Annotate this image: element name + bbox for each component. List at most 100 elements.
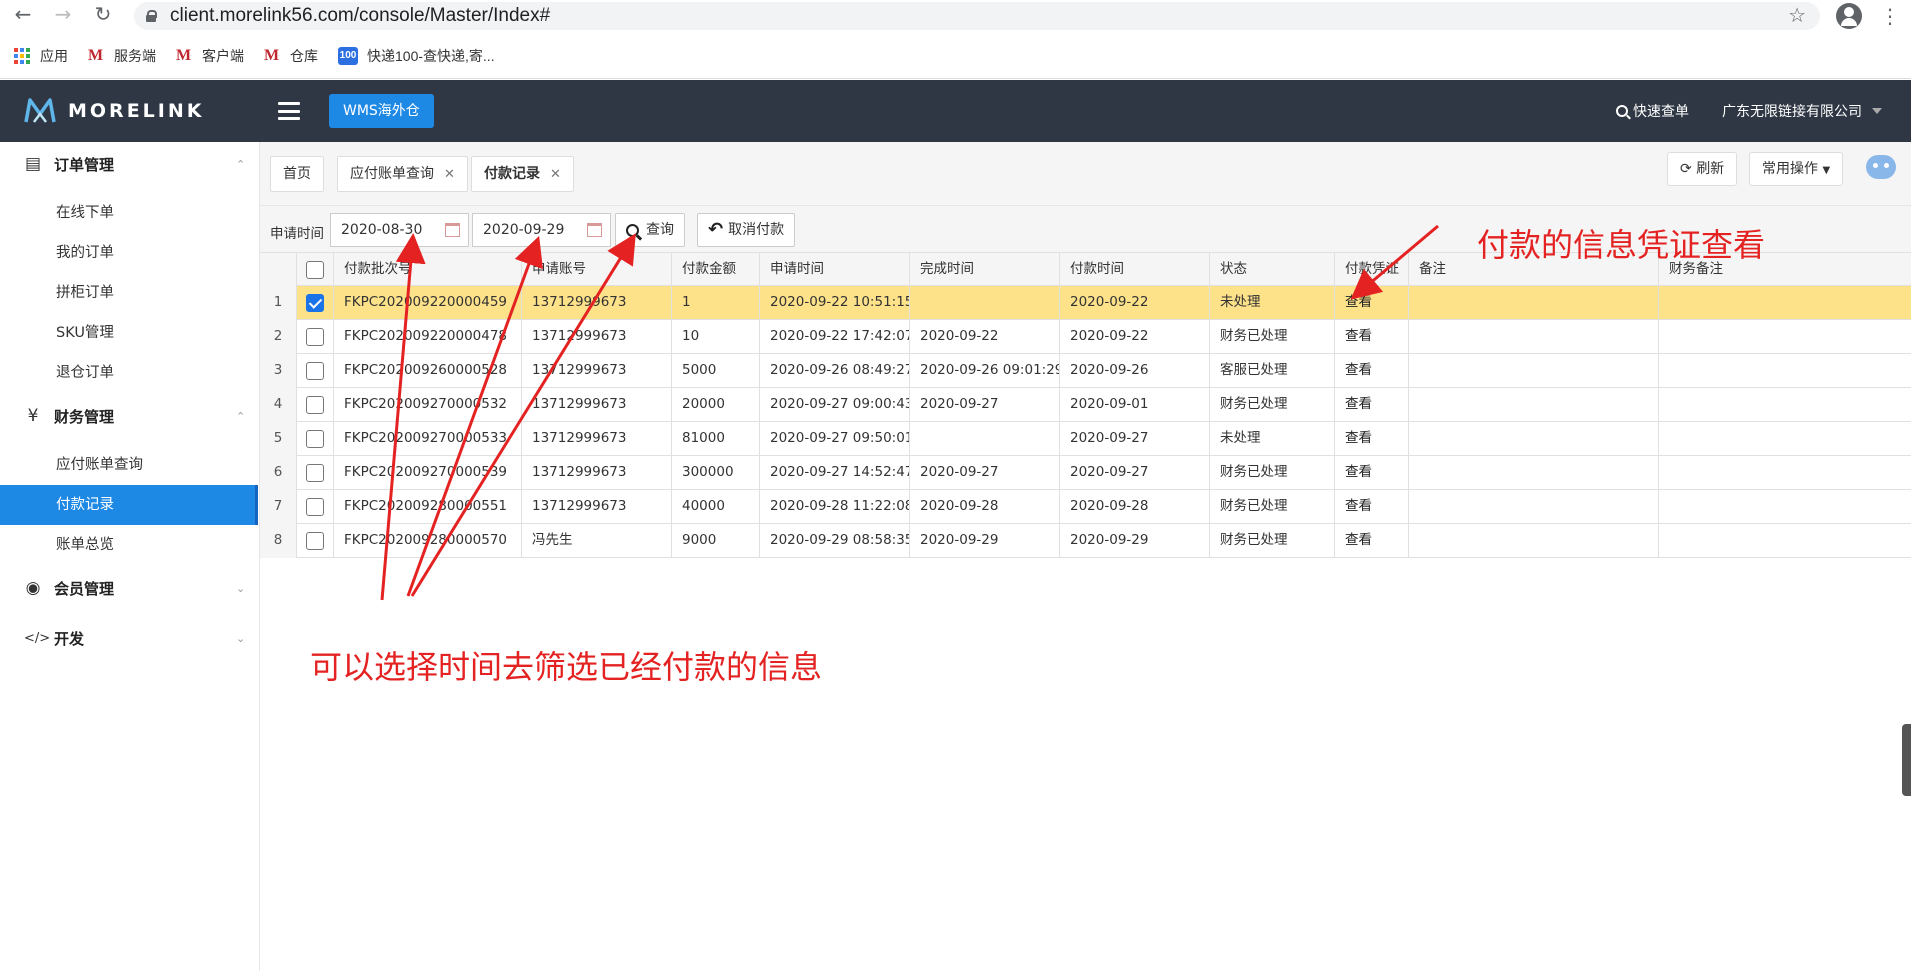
view-voucher-link[interactable]: 查看 [1335,490,1409,524]
sidebar-item-sku[interactable]: SKU管理 [0,313,258,353]
cell-account: 13712999673 [522,286,672,320]
table-row[interactable]: 4 FKPC202009270000532 13712999673 20000 2020… [260,388,1911,422]
chevron-down-icon: ⌄ [236,581,246,595]
sidebar-group-orders[interactable]: ▤ 订单管理 ⌃ [0,144,258,184]
column-header[interactable]: 申请时间 [760,253,910,287]
column-header[interactable]: 付款时间 [1060,253,1210,287]
row-checkbox[interactable] [297,286,334,320]
brand-logo[interactable]: MORELINK [24,96,204,126]
bookmark-apps[interactable]: 应用 [14,46,68,66]
cell-fin_note [1659,388,1911,422]
row-checkbox[interactable] [297,422,334,456]
column-header[interactable]: 申请账号 [522,253,672,287]
bookmark-star-icon[interactable]: ☆ [1788,3,1806,27]
cell-amount: 300000 [672,456,760,490]
sidebar-item-bill-overview[interactable]: 账单总览 [0,525,258,565]
calendar-icon[interactable] [445,223,460,237]
column-header[interactable]: 付款批次号 [334,253,522,287]
code-icon: </> [24,630,51,646]
table-row[interactable]: 5 FKPC202009270000533 13712999673 81000 2020… [260,422,1911,456]
cancel-payment-button[interactable]: ↶ 取消付款 [697,213,796,247]
bookmark-warehouse[interactable]: M 仓库 [264,46,318,66]
cell-batch: FKPC202009270000533 [334,422,522,456]
forward-icon[interactable]: → [48,2,78,26]
cell-account: 13712999673 [522,354,672,388]
bookmark-server[interactable]: M 服务端 [88,46,156,66]
sidebar-item-return[interactable]: 退仓订单 [0,353,258,393]
view-voucher-link[interactable]: 查看 [1335,354,1409,388]
cell-status: 财务已处理 [1210,524,1335,558]
reload-icon[interactable]: ↻ [88,2,118,26]
date-to-input[interactable]: 2020-09-29 [472,213,611,247]
row-checkbox[interactable] [297,388,334,422]
cell-note [1409,524,1659,558]
cell-amount: 9000 [672,524,760,558]
view-voucher-link[interactable]: 查看 [1335,524,1409,558]
cell-fin_note [1659,320,1911,354]
common-ops-button[interactable]: 常用操作 ▼ [1749,152,1844,186]
sidebar-item-consolidation[interactable]: 拼柜订单 [0,273,258,313]
sidebar-item-payable-bills[interactable]: 应付账单查询 [0,445,258,485]
back-icon[interactable]: ← [8,2,38,26]
tab-payment-records[interactable]: 付款记录 ✕ [471,156,574,192]
sidebar-group-members[interactable]: ◉ 会员管理 ⌄ [0,568,258,608]
cell-apply: 2020-09-28 11:22:08 [760,490,910,524]
chatbot-icon[interactable] [1866,155,1896,179]
refresh-button[interactable]: ⟳ 刷新 [1667,152,1738,186]
profile-icon[interactable] [1836,3,1862,29]
sidebar-item-online-order[interactable]: 在线下单 [0,193,258,233]
view-voucher-link[interactable]: 查看 [1335,388,1409,422]
close-icon[interactable]: ✕ [444,167,455,182]
sidebar-group-dev[interactable]: </> 开发 ⌄ [0,618,258,658]
view-voucher-link[interactable]: 查看 [1335,286,1409,320]
url-text: client.morelink56.com/console/Master/Ind… [170,5,551,26]
column-header[interactable]: 状态 [1210,253,1335,287]
cell-batch: FKPC202009220000459 [334,286,522,320]
row-number: 8 [260,524,297,558]
sidebar-item-my-orders[interactable]: 我的订单 [0,233,258,273]
bookmark-kuaidi100[interactable]: 100 快递100-查快递,寄... [338,46,495,66]
chevron-up-icon: ⌃ [236,409,246,423]
quick-lookup-link[interactable]: 快速查单 [1616,101,1689,121]
table-row[interactable]: 3 FKPC202009260000528 13712999673 5000 2020-… [260,354,1911,388]
tab-home[interactable]: 首页 [270,156,324,192]
calendar-icon[interactable] [587,223,602,237]
bookmark-client[interactable]: M 客户端 [176,46,244,66]
sidebar-group-finance[interactable]: ¥ 财务管理 ⌃ [0,396,258,436]
company-menu[interactable]: 广东无限链接有限公司 [1722,101,1882,121]
browser-menu-icon[interactable]: ⋮ [1880,4,1900,28]
address-bar[interactable]: client.morelink56.com/console/Master/Ind… [134,2,1820,30]
table-row[interactable]: 6 FKPC202009270000539 13712999673 300000 202… [260,456,1911,490]
cell-account: 冯先生 [522,524,672,558]
view-voucher-link[interactable]: 查看 [1335,456,1409,490]
query-button[interactable]: 查询 [615,213,685,247]
table-row[interactable]: 8 FKPC202009280000570 冯先生 9000 2020-09-29 08… [260,524,1911,558]
row-checkbox[interactable] [297,456,334,490]
view-voucher-link[interactable]: 查看 [1335,320,1409,354]
wms-overseas-button[interactable]: WMS海外仓 [329,94,434,128]
table-row[interactable]: 1 FKPC202009220000459 13712999673 1 2020-09-… [260,286,1911,320]
row-checkbox[interactable] [297,354,334,388]
chevron-up-icon: ⌃ [236,157,246,171]
column-header[interactable]: 付款金额 [672,253,760,287]
row-checkbox[interactable] [297,320,334,354]
row-checkbox[interactable] [297,490,334,524]
table-row[interactable]: 2 FKPC202009220000478 13712999673 10 2020-09… [260,320,1911,354]
column-header[interactable]: 完成时间 [910,253,1060,287]
row-number: 2 [260,320,297,354]
side-scroll-handle[interactable] [1902,724,1911,796]
row-checkbox[interactable] [297,524,334,558]
tab-payable-bills[interactable]: 应付账单查询 ✕ [337,156,468,192]
column-header[interactable]: 付款凭证 [1335,253,1409,287]
cell-done [910,422,1060,456]
close-icon[interactable]: ✕ [550,167,561,182]
cell-paid: 2020-09-22 [1060,286,1210,320]
select-all-checkbox[interactable] [297,253,334,287]
cell-done: 2020-09-27 [910,388,1060,422]
date-from-input[interactable]: 2020-08-30 [330,213,469,247]
menu-toggle-icon[interactable] [278,102,300,120]
view-voucher-link[interactable]: 查看 [1335,422,1409,456]
sidebar-item-payment-records[interactable]: 付款记录 [0,485,258,525]
table-row[interactable]: 7 FKPC202009280000551 13712999673 40000 2020… [260,490,1911,524]
bookmarks-bar: 应用 M 服务端 M 客户端 M 仓库 100 快递100-查快递,寄... [0,33,1911,79]
